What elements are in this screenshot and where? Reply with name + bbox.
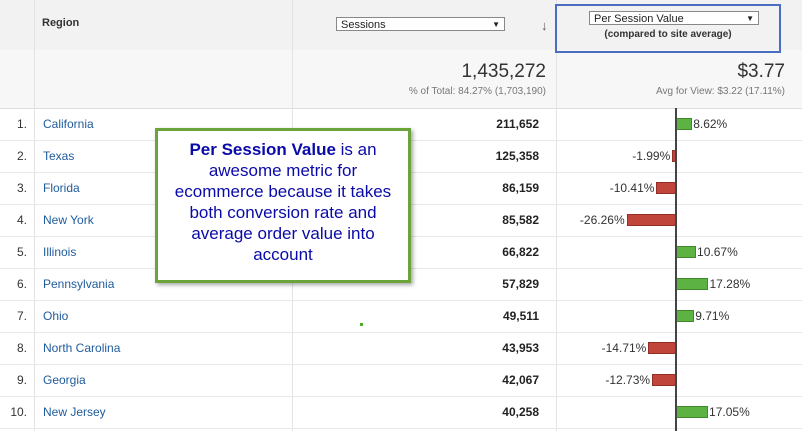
- percent-label: 17.28%: [709, 277, 751, 291]
- row-number: 5.: [16, 245, 27, 259]
- dropdown-arrow-icon: ▼: [492, 20, 500, 29]
- table-row: 9. Georgia 42,067 -12.73%: [0, 364, 802, 397]
- region-link[interactable]: California: [43, 117, 94, 131]
- row-number: 2.: [16, 149, 27, 163]
- region-column-header: Region: [42, 17, 80, 29]
- sessions-value: 40,258: [502, 405, 539, 419]
- region-link[interactable]: Florida: [43, 181, 80, 195]
- positive-bar: [676, 406, 709, 418]
- region-link[interactable]: Illinois: [43, 245, 76, 259]
- region-link[interactable]: Texas: [43, 149, 74, 163]
- row-number: 3.: [16, 181, 27, 195]
- bar-axis: [675, 108, 677, 431]
- table-row: 10. New Jersey 40,258 17.05%: [0, 396, 802, 429]
- row-number: 6.: [16, 277, 27, 291]
- positive-bar: [676, 278, 709, 290]
- region-link[interactable]: Georgia: [43, 373, 86, 387]
- percent-label: -26.26%: [579, 213, 625, 227]
- per-session-value-select[interactable]: Per Session Value ▼: [589, 11, 759, 25]
- psv-total-note: Avg for View: $3.22 (17.11%): [656, 86, 785, 97]
- region-link[interactable]: North Carolina: [43, 341, 120, 355]
- callout-bold-text: Per Session Value: [189, 140, 336, 159]
- percent-label: 9.71%: [695, 309, 730, 323]
- positive-bar: [676, 118, 693, 130]
- sessions-value: 49,511: [502, 309, 539, 323]
- percent-label: 8.62%: [693, 117, 728, 131]
- percent-label: -10.41%: [609, 181, 655, 195]
- percent-label: 10.67%: [697, 245, 738, 259]
- sessions-value: 43,953: [502, 341, 539, 355]
- row-number: 9.: [16, 373, 27, 387]
- negative-bar: [652, 374, 676, 386]
- sessions-metric-select[interactable]: Sessions ▼: [336, 17, 505, 31]
- psv-select-label: Per Session Value: [594, 13, 684, 25]
- row-number: 8.: [16, 341, 27, 355]
- positive-bar: [676, 246, 697, 258]
- dropdown-arrow-icon: ▼: [746, 14, 754, 23]
- region-link[interactable]: Ohio: [43, 309, 68, 323]
- row-number: 1.: [16, 117, 27, 131]
- sessions-total-note: % of Total: 84.27% (1,703,190): [408, 86, 546, 97]
- region-link[interactable]: New Jersey: [43, 405, 106, 419]
- annotation-callout: Per Session Value is an awesome metric f…: [155, 128, 411, 283]
- percent-label: -14.71%: [601, 341, 647, 355]
- row-number: 10.: [10, 405, 27, 419]
- table-row: 7. Ohio 49,511 9.71%: [0, 300, 802, 333]
- positive-bar: [676, 310, 695, 322]
- region-link[interactable]: Pennsylvania: [43, 277, 114, 291]
- sessions-select-label: Sessions: [341, 19, 386, 31]
- percent-label: -12.73%: [605, 373, 651, 387]
- negative-bar: [626, 214, 676, 226]
- percent-label: 17.05%: [709, 405, 750, 419]
- row-number: 4.: [16, 213, 27, 227]
- sessions-value: 42,067: [502, 373, 539, 387]
- psv-total: $3.77: [737, 61, 785, 82]
- negative-bar: [648, 342, 676, 354]
- sessions-total: 1,435,272: [461, 61, 546, 82]
- sort-descending-icon[interactable]: ↓: [541, 18, 548, 33]
- green-dot: [360, 323, 363, 326]
- table-row: 8. North Carolina 43,953 -14.71%: [0, 332, 802, 365]
- percent-label: -1.99%: [632, 149, 671, 163]
- negative-bar: [656, 182, 676, 194]
- region-link[interactable]: New York: [43, 213, 94, 227]
- compare-note: (compared to site average): [604, 29, 732, 40]
- row-number: 7.: [16, 309, 27, 323]
